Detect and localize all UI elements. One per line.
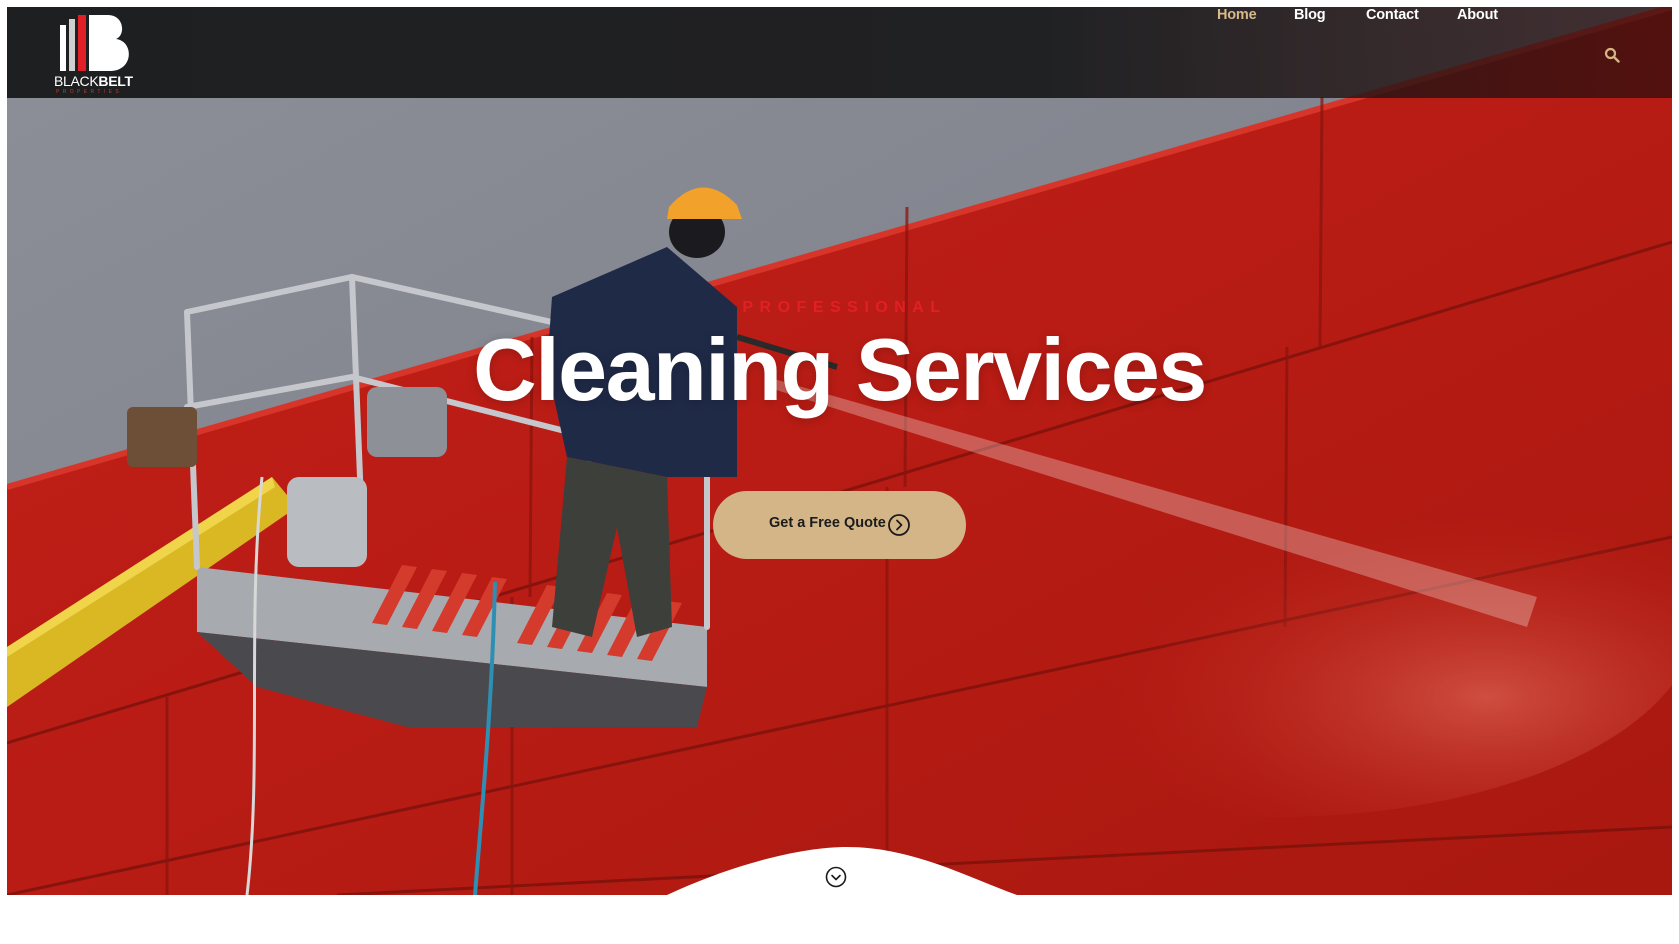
nav-contact[interactable]: Contact [1366,7,1419,23]
chevron-right-circle-icon [888,514,910,536]
hero-headline: Cleaning Services [473,320,1207,419]
nav-home[interactable]: Home [1217,7,1257,23]
chevron-down-circle-icon[interactable] [825,866,847,888]
brand-logo[interactable]: BLACKBELT PROPERTIES [54,15,144,95]
hero-background [7,7,1672,895]
hero-image [7,7,1672,895]
brand-name: BLACKBELT [54,73,133,89]
get-free-quote-button[interactable]: Get a Free Quote [713,491,966,559]
brand-logo-mark-icon [60,15,129,71]
nav-blog[interactable]: Blog [1294,7,1326,23]
top-navigation-bar: BLACKBELT PROPERTIES Home Blog Contact A… [7,7,1672,98]
page-frame: BLACKBELT PROPERTIES Home Blog Contact A… [7,7,1672,895]
nav-about[interactable]: About [1457,7,1498,23]
hero-eyebrow: PROFESSIONAL [742,299,947,316]
get-free-quote-label: Get a Free Quote [769,515,886,531]
search-icon[interactable] [1604,47,1620,63]
brand-tagline: PROPERTIES [56,89,123,95]
